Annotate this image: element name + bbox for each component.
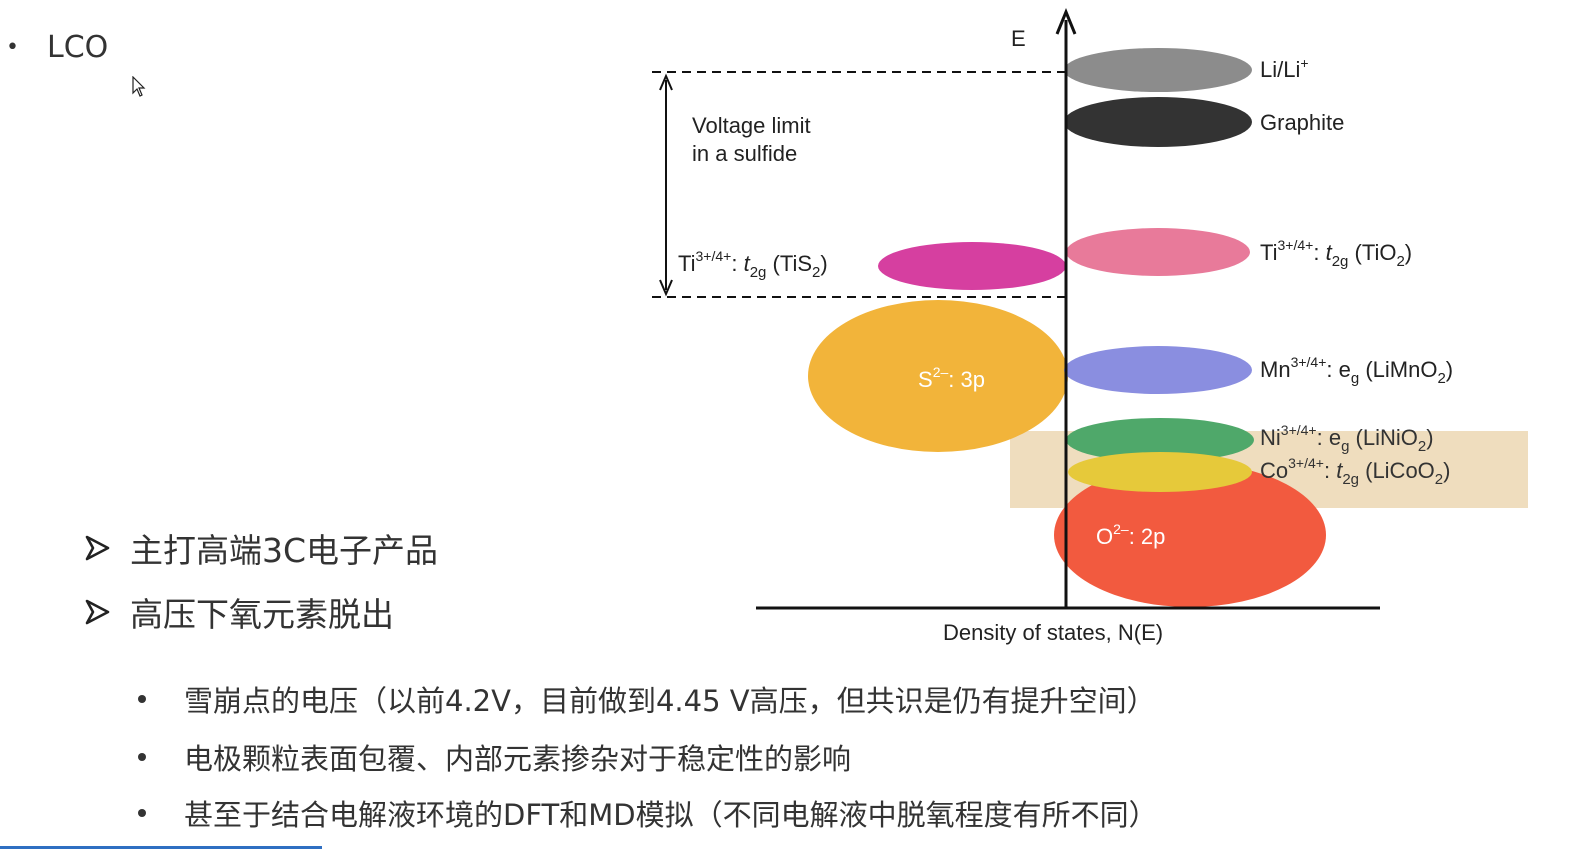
sub-point-item: 甚至于结合电解液环境的DFT和MD模拟（不同电解液中脱氧程度有所不同） <box>138 792 1158 834</box>
point-text: 主打高端3C电子产品 <box>130 531 439 570</box>
tio2-band <box>1066 228 1250 276</box>
axis-x-label: Density of states, N(E) <box>943 620 1163 645</box>
slide: • LCO E Density of states, N(E) Voltage … <box>0 0 1588 862</box>
sub-bullet-icon <box>138 809 146 817</box>
dos-figure: E Density of states, N(E) Voltage limit … <box>652 8 1528 645</box>
sub-point-item: 雪崩点的电压（以前4.2V，目前做到4.45 V高压，但共识是仍有提升空间） <box>138 678 1156 720</box>
point-text: 高压下氧元素脱出 <box>130 595 394 634</box>
lili-label: Li/Li+ <box>1260 55 1309 82</box>
graphite-band <box>1064 97 1252 147</box>
point-item: 高压下氧元素脱出 <box>84 588 394 636</box>
axis-e-label: E <box>1011 26 1026 51</box>
o2p-label: O2–: 2p <box>1096 521 1165 549</box>
sub-bullet-icon <box>138 753 146 761</box>
voltage-limit-label-1: Voltage limit <box>692 113 811 138</box>
arrow-bullet-icon <box>85 535 110 561</box>
progress-underline <box>0 846 322 849</box>
graphite-label: Graphite <box>1260 110 1344 135</box>
tis2-label: Ti3+/4+: t2g (TiS2) <box>678 248 828 281</box>
tio2-label: Ti3+/4+: t2g (TiO2) <box>1260 237 1412 270</box>
voltage-limit-label-2: in a sulfide <box>692 141 797 166</box>
sub-point-text: 电极颗粒表面包覆、内部元素掺杂对于稳定性的影响 <box>184 742 852 776</box>
arrow-bullet-icon <box>85 599 110 625</box>
sub-point-item: 电极颗粒表面包覆、内部元素掺杂对于稳定性的影响 <box>138 736 851 778</box>
lili-band <box>1064 48 1252 92</box>
sub-point-text: 雪崩点的电压（以前4.2V，目前做到4.45 V高压，但共识是仍有提升空间） <box>184 684 1156 718</box>
mn-label: Mn3+/4+: eg (LiMnO2) <box>1260 354 1453 387</box>
co-band <box>1068 452 1252 492</box>
sub-bullet-icon <box>138 695 146 703</box>
sub-point-text: 甚至于结合电解液环境的DFT和MD模拟（不同电解液中脱氧程度有所不同） <box>184 798 1158 832</box>
point-item: 主打高端3C电子产品 <box>84 524 438 572</box>
mn-band <box>1064 346 1252 394</box>
s3p-label: S2–: 3p <box>918 364 985 392</box>
